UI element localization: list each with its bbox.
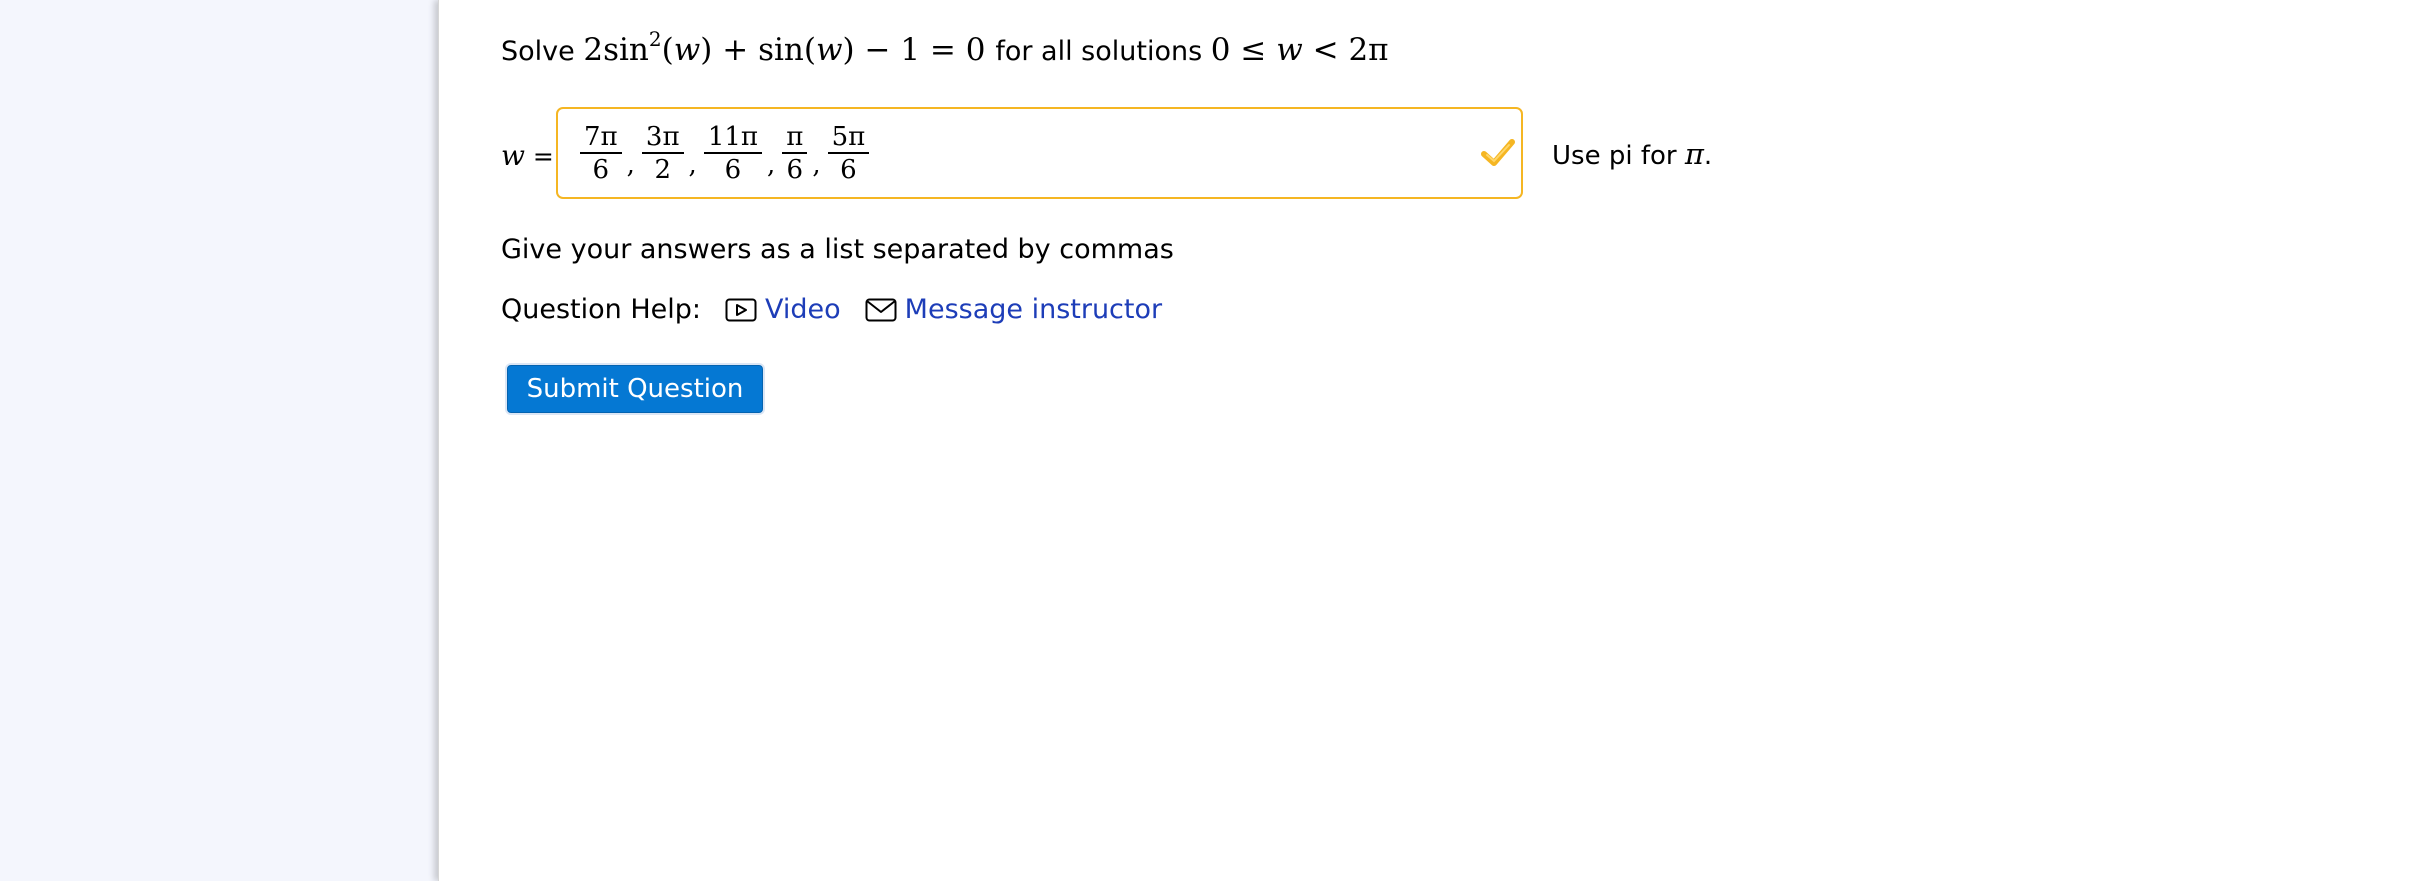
video-link-label: Video — [765, 294, 841, 325]
answer-input[interactable]: 7π 6, 3π 2, 11π 6, π 6, 5π 6 — [556, 107, 1523, 199]
instructions: Give your answers as a list separated by… — [501, 234, 1174, 265]
answer-fraction: 3π 2 — [641, 122, 684, 186]
eq-zero: 0 — [965, 32, 986, 68]
hint-end: . — [1703, 141, 1713, 171]
answer-var: w — [501, 139, 525, 172]
hint-symbol: π — [1684, 137, 1704, 171]
answer-fraction: π6 — [782, 122, 808, 186]
solution-range: 0 ≤ w < 2π — [1211, 32, 1389, 68]
fraction-numerator: 11π — [703, 122, 762, 154]
equation: 2sin2(w) + sin(w) − 1 = 0 — [583, 27, 986, 68]
answer-equals: = — [532, 142, 554, 171]
fraction-denominator: 6 — [592, 155, 610, 185]
question-lead: Solve — [501, 36, 575, 67]
eq-minus: − — [864, 32, 891, 68]
fraction-numerator: 7π — [580, 122, 622, 154]
fraction-separator: , — [626, 150, 635, 180]
video-icon — [725, 298, 757, 321]
eq-func: sin — [603, 32, 649, 68]
question-text: Solve 2sin2(w) + sin(w) − 1 = 0 for all … — [501, 27, 1389, 72]
submit-question-button[interactable]: Submit Question — [507, 365, 763, 413]
eq-equals: = — [929, 32, 956, 68]
range-lt: < — [1312, 32, 1339, 68]
answer-fraction: 7π 6 — [580, 122, 622, 186]
mail-icon — [865, 298, 897, 321]
help-label: Question Help: — [501, 294, 701, 325]
fraction-denominator: 6 — [724, 155, 742, 185]
eq-plus: + — [722, 32, 749, 68]
fraction-numerator: π — [782, 122, 808, 154]
video-link[interactable]: Video — [725, 294, 841, 325]
question-middle: for all solutions — [995, 36, 1203, 67]
message-instructor-link[interactable]: Message instructor — [865, 294, 1162, 325]
fraction-numerator: 3π — [641, 122, 684, 154]
fraction-separator: , — [766, 150, 776, 180]
answer-fraction: 11π 6 — [703, 122, 762, 186]
fraction-denominator: 2 — [654, 155, 671, 185]
input-hint: Use pi for π. — [1552, 137, 1712, 171]
eq-var-2: w — [815, 32, 843, 68]
hint-text: Use pi for — [1552, 141, 1677, 171]
eq-func-2: sin — [758, 32, 804, 68]
fraction-numerator: 5π — [827, 122, 870, 154]
answer-fraction: 5π 6 — [827, 122, 870, 186]
eq-var: w — [673, 32, 701, 68]
range-high: 2π — [1348, 32, 1389, 68]
answer-value: 7π 6, 3π 2, 11π 6, π 6, 5π 6 — [578, 121, 871, 187]
eq-coef: 2 — [583, 32, 604, 68]
left-sidebar — [0, 0, 438, 881]
range-le: ≤ — [1240, 32, 1267, 68]
check-icon — [1481, 139, 1515, 166]
question-help: Question Help: Video Message instructor — [501, 294, 1162, 325]
fraction-denominator: 6 — [840, 155, 857, 185]
range-low: 0 — [1210, 32, 1231, 68]
fraction-denominator: 6 — [786, 155, 804, 185]
message-link-label: Message instructor — [904, 294, 1163, 325]
answer-variable-label: w = — [501, 139, 554, 172]
fraction-separator: , — [812, 150, 821, 180]
eq-one: 1 — [900, 32, 921, 68]
eq-exp: 2 — [648, 27, 662, 51]
fraction-separator: , — [688, 150, 697, 180]
range-var: w — [1276, 32, 1303, 68]
